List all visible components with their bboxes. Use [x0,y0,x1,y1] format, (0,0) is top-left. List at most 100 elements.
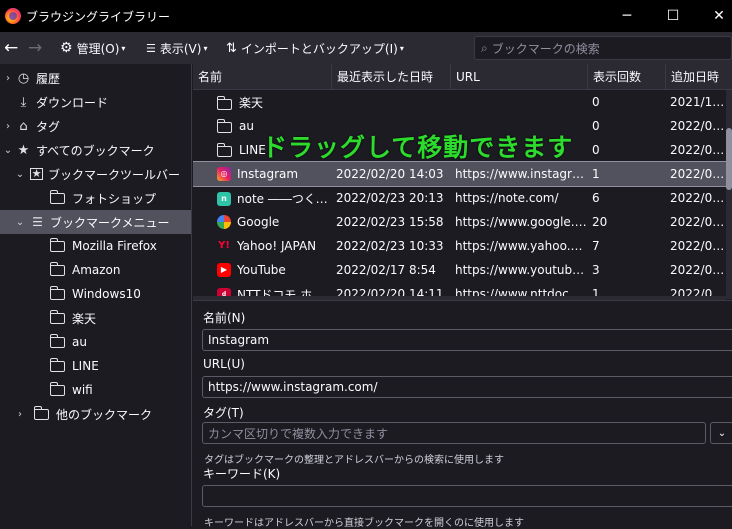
sidebar-item-rakuten[interactable]: 楽天 [0,306,191,330]
cell-added: 2022/02/20 [666,143,726,157]
sidebar-item-windows10[interactable]: Windows10 [0,282,191,306]
table-row[interactable]: Y! Yahoo! JAPAN 2022/02/23 10:33 https://ww… [193,234,726,258]
sidebar-item-downloads[interactable]: ⤓ ダウンロード [0,90,191,114]
window-title: ブラウジングライブラリー [26,9,171,24]
folder-icon [216,96,232,110]
views-menu-button[interactable]: ☰ 表示(V) ▾ [142,36,211,60]
name-field[interactable]: Instagram [202,329,732,351]
tags-dropdown-button[interactable]: ⌄ [710,422,732,444]
cell-visits: 1 [588,167,666,181]
sidebar-item-label: au [72,335,87,349]
column-header-name[interactable]: 名前 [193,64,332,90]
forward-button[interactable]: → [24,36,46,60]
cell-text: https://note.com/ [455,191,559,205]
sidebar-item-au[interactable]: au [0,330,191,354]
back-button[interactable]: ← [0,36,22,60]
cell-text: 2022/02/14 [670,191,726,205]
cell-text: 0 [592,143,600,157]
chevron-down-icon: ▾ [399,43,404,53]
chevron-right-icon[interactable]: › [2,121,14,132]
table-row[interactable]: 楽天 0 2021/12/01 [193,90,726,114]
sidebar-item-label: ブックマークツールバー [48,167,181,182]
sidebar-item-other-bookmarks[interactable]: › 他のブックマーク [0,402,191,426]
sidebar-item-amazon[interactable]: Amazon [0,258,191,282]
sidebar-item-wifi[interactable]: wifi [0,378,191,402]
cell-text: 6 [592,191,600,205]
sidebar-item-mozilla-firefox[interactable]: Mozilla Firefox [0,234,191,258]
column-header-date-added[interactable]: 追加日時 [666,64,732,90]
cell-text: https://www.yahoo.co.j... [455,239,588,253]
table-header: 名前 最近表示した日時 URL 表示回数 追加日時 [193,64,732,90]
folder-icon [49,285,65,300]
maximize-icon[interactable]: ☐ [650,0,696,32]
keyword-field[interactable] [202,485,732,507]
url-field[interactable]: https://www.instagram.com/ [202,376,732,398]
chevron-down-icon[interactable]: ⌄ [14,217,26,228]
keyword-field-label: キーワード(K) [203,467,281,481]
sidebar-item-photoshop[interactable]: フォトショップ [0,186,191,210]
chevron-right-icon[interactable]: › [14,409,26,420]
cell-text: 0 [592,119,600,133]
sidebar-item-label: すべてのブックマーク [36,143,155,158]
cell-url: https://www.google.co... [451,215,588,229]
minimize-icon[interactable]: ─ [604,0,650,32]
chevron-down-icon[interactable]: ⌄ [2,145,14,156]
youtube-icon: ▶ [217,263,231,278]
vertical-scrollbar[interactable] [726,90,732,299]
table-row[interactable]: ◎ Instagram 2022/02/20 14:03 https://www.in… [193,161,726,187]
sidebar-item-label: 他のブックマーク [56,407,153,422]
cell-name: n note ――つくる... [193,190,332,207]
sidebar-item-label: Mozilla Firefox [72,239,157,253]
chevron-down-icon[interactable]: ⌄ [14,169,26,180]
cell-text: 2022/02/23 15:58 [336,215,444,229]
cell-text: au [239,118,254,133]
cell-text: https://www.google.co... [455,215,588,229]
sidebar-item-label: ブックマークメニュー [50,215,170,230]
sidebar-item-label: 楽天 [72,311,97,326]
column-header-url[interactable]: URL [451,64,588,90]
cell-text: https://www.instagram.... [455,167,588,181]
sidebar-item-history[interactable]: › ◷ 履歴 [0,66,191,90]
import-backup-menu-button[interactable]: ⇅ インポートとバックアップ(I) ▾ [222,36,408,60]
column-header-last-visited[interactable]: 最近表示した日時 [332,64,451,90]
cell-added: 2022/01/21 [666,263,726,277]
folder-icon [49,261,65,276]
cell-added: 2021/12/01 [666,95,726,109]
cell-date: 2022/02/17 8:54 [332,263,451,277]
cell-name: 楽天 [193,94,332,111]
cell-text: 0 [592,95,600,109]
cell-added: 2022/02/21 [666,239,726,253]
close-icon[interactable]: ✕ [696,0,732,32]
folder-icon [49,357,65,372]
sidebar-item-tags[interactable]: › ⌂ タグ [0,114,191,138]
bookmark-search-input[interactable]: ⌕ ブックマークの検索 [474,36,732,60]
sidebar-item-line[interactable]: LINE [0,354,191,378]
instagram-icon: ◎ [217,167,231,182]
cell-text: 2022/02/20 [670,167,726,181]
table-row[interactable]: ▶ YouTube 2022/02/17 8:54 https://www.youtu… [193,258,726,282]
firefox-logo-icon [5,8,21,24]
table-row[interactable]: n note ――つくる... 2022/02/23 20:13 https://no… [193,186,726,210]
cell-name: ▶ YouTube [193,263,332,278]
tags-field[interactable]: カンマ区切りで複数入力できます [202,422,706,444]
sidebar-item-bookmarks-toolbar[interactable]: ⌄ ★ ブックマークツールバー [0,162,191,186]
sidebar-item-label: 履歴 [36,71,61,86]
cell-url: https://www.yahoo.co.j... [451,239,588,253]
column-header-visit-count[interactable]: 表示回数 [588,64,666,90]
toolbar-star-icon: ★ [30,167,43,180]
chevron-down-icon: ▾ [203,43,208,53]
scrollbar-thumb[interactable] [726,128,732,190]
sidebar-item-bookmarks-menu[interactable]: ⌄ ☰ ブックマークメニュー [0,210,191,234]
table-row[interactable]: Google 2022/02/23 15:58 https://www.google… [193,210,726,234]
sidebar-item-all-bookmarks[interactable]: ⌄ ★ すべてのブックマーク [0,138,191,162]
cell-text: 20 [592,215,608,229]
list-icon: ☰ [146,41,156,55]
organize-menu-button[interactable]: ⚙ 管理(O) ▾ [56,36,129,60]
cell-date: 2022/02/23 20:13 [332,191,451,205]
clock-icon: ◷ [17,70,30,86]
chevron-right-icon[interactable]: › [2,73,14,84]
google-icon [217,215,231,230]
drag-hint-overlay: ドラッグして移動できます [262,133,574,162]
title-bar: ブラウジングライブラリー ─ ☐ ✕ [0,0,732,32]
cell-text: 楽天 [239,95,264,110]
